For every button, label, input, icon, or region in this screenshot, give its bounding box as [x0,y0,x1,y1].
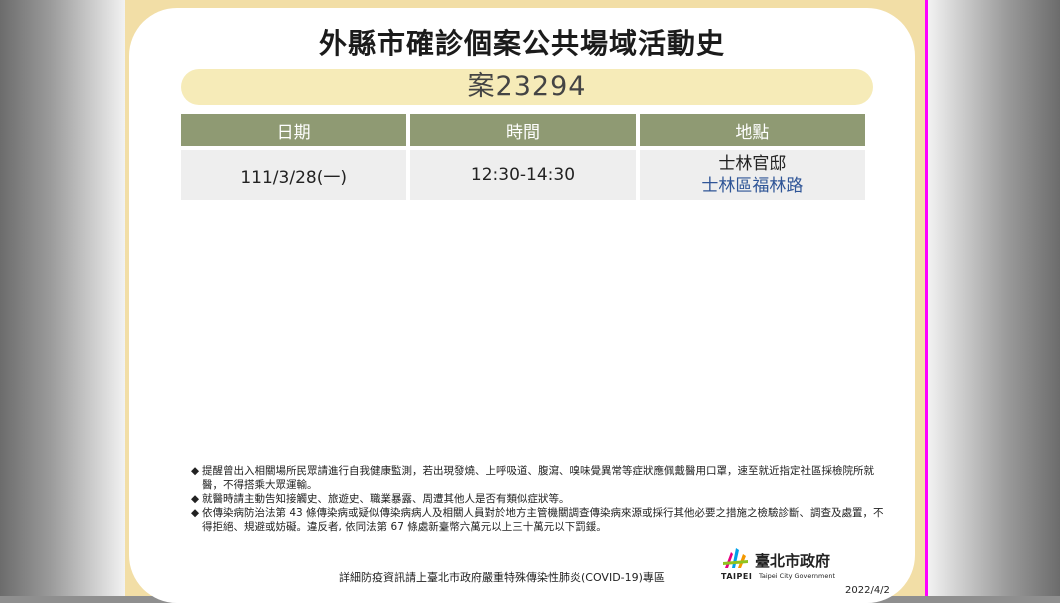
note-text: 就醫時請主動告知接觸史、旅遊史、職業暴露、周遭其他人是否有類似症狀等。 [202,493,570,505]
page-title: 外縣市確診個案公共場域活動史 [318,27,725,60]
note-text: 提醒曾出入相關場所民眾請進行自我健康監測，若出現發燒、上呼吸道、腹瀉、嗅味覺異常… [202,465,874,491]
table-header-row: 日期 時間 地點 [181,114,865,146]
column-header-date: 日期 [181,114,407,146]
diamond-bullet-icon: ◆ [191,493,200,505]
logo-english-name: Taipei City Government [759,572,836,580]
left-side-background [0,0,125,596]
right-side-background [928,0,1060,596]
column-header-location: 地點 [639,114,865,146]
note-text: 依傳染病防治法第 43 條傳染病或疑似傳染病病人及相關人員對於地方主管機關調查傳… [202,507,884,533]
location-name: 士林官邸 [718,154,787,174]
diamond-bullet-icon: ◆ [191,507,200,519]
location-address: 士林區福林路 [701,176,804,196]
location-cell: 士林官邸 士林區福林路 [639,146,865,200]
announcement-card: 外縣市確診個案公共場域活動史 案23294 日期 時間 地點 111/3/28(… [125,0,925,603]
note-item: ◆ 依傳染病防治法第 43 條傳染病或疑似傳染病病人及相關人員對於地方主管機關調… [191,506,891,534]
publish-date: 2022/4/2 [845,585,890,596]
diamond-bullet-icon: ◆ [191,465,200,477]
logo-chinese-name: 臺北市政府 [755,552,831,570]
case-number-label: 案23294 [181,69,873,105]
activity-table: 日期 時間 地點 111/3/28(一) 12:30-14:30 士林官邸 士林… [177,114,869,200]
notes-section: ◆ 提醒曾出入相關場所民眾請進行自我健康監測，若出現發燒、上呼吸道、腹瀉、嗅味覺… [191,464,891,534]
time-cell: 12:30-14:30 [410,146,636,200]
taipei-logo-icon [723,548,748,568]
edge-line [925,0,928,596]
note-item: ◆ 就醫時請主動告知接觸史、旅遊史、職業暴露、周遭其他人是否有類似症狀等。 [191,492,891,506]
announcement-panel: 外縣市確診個案公共場域活動史 案23294 日期 時間 地點 111/3/28(… [129,8,915,603]
note-item: ◆ 提醒曾出入相關場所民眾請進行自我健康監測，若出現發燒、上呼吸道、腹瀉、嗅味覺… [191,464,891,492]
date-cell: 111/3/28(一) [181,146,407,200]
column-header-time: 時間 [410,114,636,146]
footer-info-text: 詳細防疫資訊請上臺北市政府嚴重特殊傳染性肺炎(COVID-19)專區 [339,571,665,584]
taipei-city-logo: TAIPEI 臺北市政府 Taipei City Government [721,546,841,586]
table-row: 111/3/28(一) 12:30-14:30 士林官邸 士林區福林路 [181,146,865,200]
logo-taipei-text: TAIPEI [721,572,753,581]
